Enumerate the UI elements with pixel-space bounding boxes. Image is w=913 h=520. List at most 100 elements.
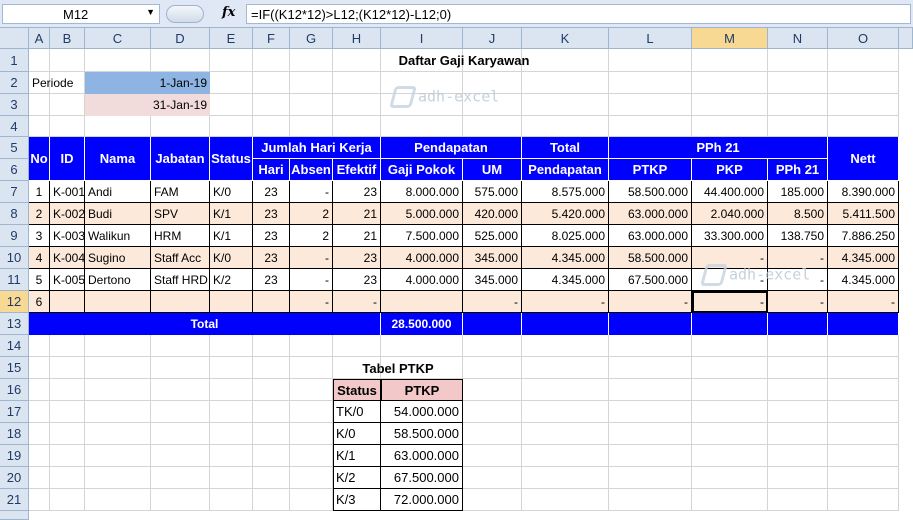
grid-cell[interactable] [609,335,692,357]
cell-total[interactable]: 4.345.000 [522,247,609,269]
column-header-m[interactable]: M [692,28,768,49]
grid-cell[interactable] [692,467,768,489]
grid-cell[interactable] [463,357,522,379]
grid-cell[interactable] [29,116,50,137]
grid-cell[interactable] [151,467,210,489]
column-header-l[interactable]: L [609,28,692,49]
grid-cell[interactable] [253,72,290,94]
cell-ptkp[interactable]: 63.000.000 [609,225,692,247]
grid-cell[interactable] [692,401,768,423]
cell-um[interactable]: - [463,291,522,313]
cell-absen[interactable]: 2 [290,203,333,225]
grid-cell[interactable] [85,357,151,379]
row-header-13[interactable]: 13 [0,313,29,335]
grid-cell[interactable] [50,379,85,401]
cell-nett[interactable]: - [828,291,899,313]
grid-cell[interactable] [50,401,85,423]
grid-cell[interactable] [828,379,899,401]
grid-cell[interactable] [253,379,290,401]
grid-cell[interactable] [85,489,151,511]
cell-nama[interactable]: Andi [85,181,151,203]
row-header-4[interactable]: 4 [0,116,29,137]
cell-no[interactable]: 3 [29,225,50,247]
cell-nett[interactable]: 5.411.500 [828,203,899,225]
grid-cell[interactable] [522,379,609,401]
cell-efektif[interactable]: 21 [333,203,381,225]
cell-no[interactable]: 2 [29,203,50,225]
cell-status[interactable]: K/2 [210,269,253,291]
row-header-5[interactable]: 5 [0,137,29,159]
grid-cell[interactable] [609,116,692,137]
grid-cell[interactable] [522,357,609,379]
grid-cell[interactable] [253,401,290,423]
cell-pkp[interactable]: 33.300.000 [692,225,768,247]
grid-cell[interactable] [692,445,768,467]
ptkp-status-cell[interactable]: K/1 [333,445,381,467]
cell-efektif[interactable]: 23 [333,269,381,291]
grid-cell[interactable] [253,116,290,137]
grid-cell[interactable] [828,94,899,116]
grid-cell[interactable] [151,445,210,467]
grid-cell[interactable] [768,379,828,401]
cell-id[interactable] [50,291,85,313]
grid-cell[interactable] [29,335,50,357]
column-header-a[interactable]: A [29,28,50,49]
grid-cell[interactable] [151,489,210,511]
grid-cell[interactable] [85,467,151,489]
grid-cell[interactable] [85,401,151,423]
grid-cell[interactable] [85,445,151,467]
grid-cell[interactable] [609,379,692,401]
grid-cell[interactable] [692,489,768,511]
grid-cell[interactable] [522,445,609,467]
row-header-21[interactable]: 21 [0,489,29,511]
grid-cell[interactable] [210,116,253,137]
row-header-10[interactable]: 10 [0,247,29,269]
column-header-c[interactable]: C [85,28,151,49]
cell-hari[interactable]: 23 [253,203,290,225]
cell-id[interactable]: K-004 [50,247,85,269]
grid-cell[interactable] [609,357,692,379]
ptkp-value-cell[interactable]: 58.500.000 [381,423,463,445]
grid-cell[interactable] [50,335,85,357]
grid-cell[interactable] [253,467,290,489]
grid-cell[interactable] [522,467,609,489]
cell-status[interactable] [210,291,253,313]
cell-jabatan[interactable]: SPV [151,203,210,225]
row-header-20[interactable]: 20 [0,467,29,489]
cell-gaji-pokok[interactable]: 7.500.000 [381,225,463,247]
grid-cell[interactable] [522,94,609,116]
row-header-15[interactable]: 15 [0,357,29,379]
column-header-p[interactable] [899,28,913,49]
column-header-e[interactable]: E [210,28,253,49]
cell-status[interactable]: K/0 [210,181,253,203]
grid-cell[interactable] [50,116,85,137]
ptkp-status-cell[interactable]: K/3 [333,489,381,511]
row-header-8[interactable]: 8 [0,203,29,225]
grid-cell[interactable] [522,335,609,357]
cell-pph21[interactable]: - [768,291,828,313]
cell-nett[interactable]: 7.886.250 [828,225,899,247]
grid-cell[interactable] [50,467,85,489]
grid-cell[interactable] [50,357,85,379]
grid-cell[interactable] [151,379,210,401]
grid-cell[interactable] [333,335,381,357]
cell-jabatan[interactable]: Staff Acc [151,247,210,269]
cell-efektif[interactable]: 23 [333,247,381,269]
cell-hari[interactable]: 23 [253,247,290,269]
cell-absen[interactable]: - [290,291,333,313]
grid-cell[interactable] [290,94,333,116]
grid-cell[interactable] [381,116,463,137]
grid-cell[interactable] [253,94,290,116]
cell-no[interactable]: 6 [29,291,50,313]
row-header-2[interactable]: 2 [0,72,29,94]
grid-cell[interactable] [768,401,828,423]
cell-gaji-pokok[interactable]: 5.000.000 [381,203,463,225]
grid-cell[interactable] [768,116,828,137]
grid-cell[interactable] [333,72,381,94]
column-header-k[interactable]: K [522,28,609,49]
cell-um[interactable]: 345.000 [463,269,522,291]
grid-cell[interactable] [828,423,899,445]
grid-cell[interactable] [828,116,899,137]
grid-cell[interactable] [463,445,522,467]
grid-cell[interactable] [210,357,253,379]
